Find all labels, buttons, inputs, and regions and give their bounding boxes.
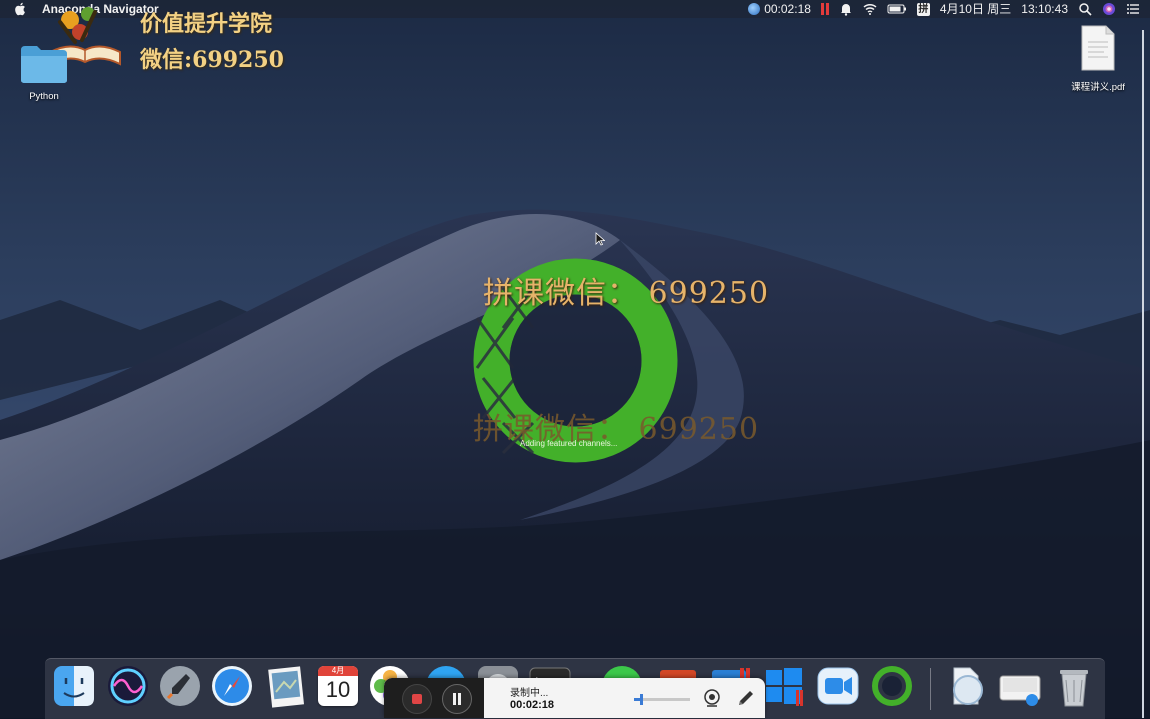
battery-icon[interactable] [887,2,907,16]
notification-icon[interactable] [839,2,853,16]
calendar-day: 10 [325,677,351,702]
pen-annotate-icon[interactable] [736,688,756,708]
recording-status-label: 录制中... [510,688,549,699]
recording-controls [384,678,484,718]
recording-time: 00:02:18 [764,2,811,16]
screen-recording-toolbar: 录制中... 00:02:18 [384,678,765,718]
stop-recording-button[interactable] [402,684,432,714]
calendar-month: 4月 [318,666,358,676]
loading-status-text: Adding featured channels... [520,439,618,448]
calendar-icon[interactable]: 4月 10 [316,664,360,708]
folder-icon [21,46,67,83]
watermark-line-1: 价值提升学院 [140,11,273,37]
anaconda-navigator-icon[interactable] [870,664,914,708]
downloads-stack-icon[interactable] [946,664,990,708]
apple-icon[interactable] [14,2,26,16]
launchpad-icon[interactable] [158,664,202,708]
volume-slider-handle[interactable] [640,694,643,705]
center-watermark-1: 拼课微信： 699250 [483,276,770,311]
screen-recorder-status[interactable]: 00:02:18 [748,0,811,18]
wifi-icon[interactable] [863,2,877,16]
menubar-date[interactable]: 4月10日 周三 [940,0,1011,18]
preview-icon[interactable] [264,664,308,708]
siri-dock-icon[interactable] [106,664,150,708]
notification-center-icon[interactable] [1126,2,1140,16]
input-method-icon[interactable]: 拼 [916,2,930,16]
mouse-cursor-icon [595,232,605,246]
spotlight-search-icon[interactable] [1078,2,1092,16]
pdf-file-label: 课程讲义.pdf [1071,82,1125,93]
desktop-icon-python-folder[interactable]: Python [16,42,72,102]
desktop-icon-pdf-file[interactable]: 课程讲义.pdf [1062,24,1134,93]
finder-icon[interactable] [52,664,96,708]
watermark-line-2: 微信:699250 [140,47,284,73]
zoom-video-icon[interactable] [816,664,860,708]
webcam-icon[interactable] [702,688,722,708]
pause-recording-button[interactable] [442,684,472,714]
safari-icon[interactable] [210,664,254,708]
pause-recording-icon[interactable] [820,3,829,15]
screenshot-folder-icon[interactable] [998,664,1042,708]
trash-icon[interactable] [1052,664,1096,708]
pdf-document-icon [1081,25,1115,71]
siri-icon[interactable] [1102,2,1116,16]
recorder-icon [748,3,761,15]
watermark-text: 价值提升学院 微信:699250 [140,6,284,78]
windows-vm-icon[interactable] [762,664,806,708]
python-folder-label: Python [29,91,59,102]
menubar-clock[interactable]: 13:10:43 [1021,0,1068,18]
dock-separator [930,668,931,710]
recording-timer: 00:02:18 [510,699,555,711]
